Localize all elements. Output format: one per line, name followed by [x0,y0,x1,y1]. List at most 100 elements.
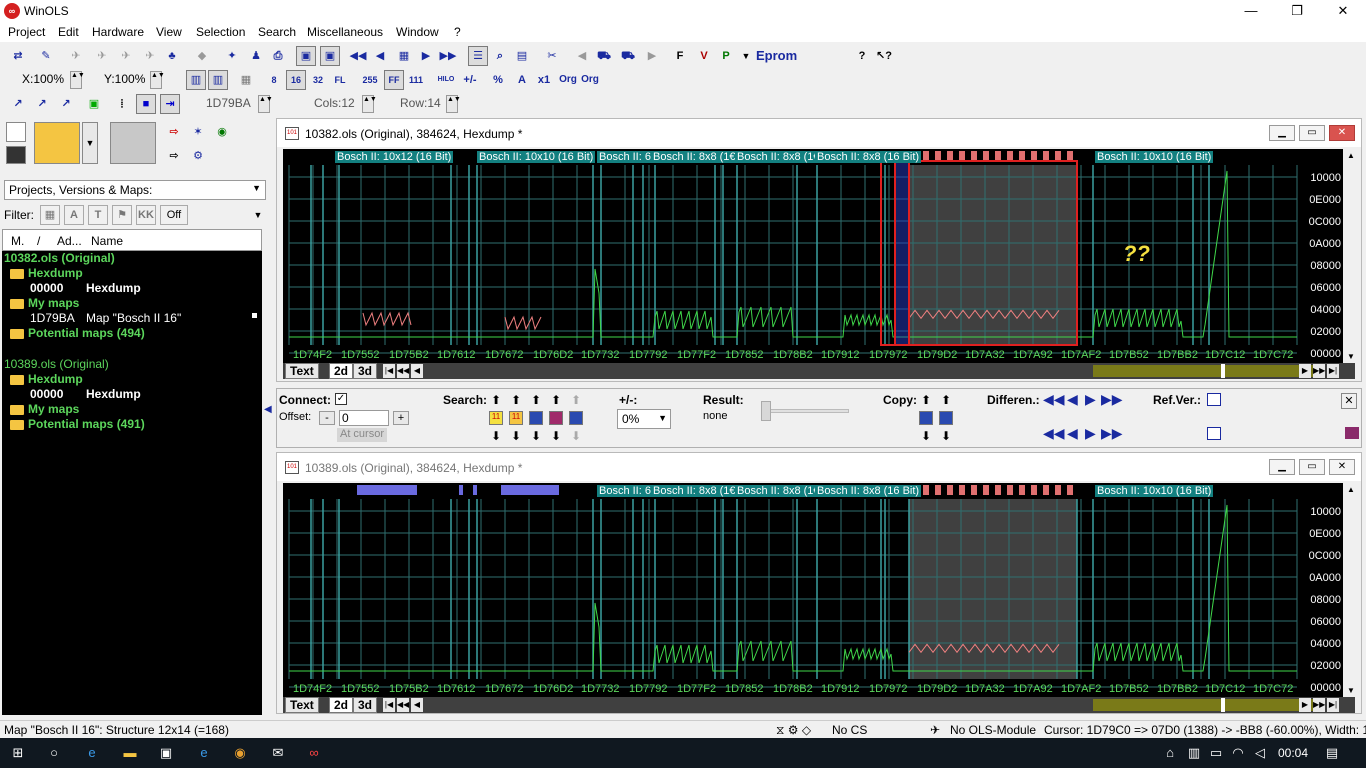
result-slider-thumb[interactable] [761,401,771,421]
tab-3d-2[interactable]: 3d [353,697,378,713]
edge-icon[interactable]: e [82,744,102,762]
chevron-down-icon[interactable]: ▼ [736,46,756,66]
first-icon[interactable]: ◀◀ [348,46,368,66]
tool-icon[interactable]: ✎ [36,46,56,66]
search-type-2-icon[interactable]: 11 [509,411,523,425]
battery-icon[interactable]: ▭ [1206,744,1226,762]
dec-button[interactable]: 111 [406,70,426,90]
nav-next-page-icon[interactable]: ▶▶ [1313,698,1325,712]
magic-icon[interactable]: ✶ [188,122,208,142]
store-icon[interactable]: ▣ [156,744,176,762]
filter-dropdown-icon[interactable]: ▼ [248,205,268,225]
search-up-1-icon[interactable]: ⬆ [491,393,501,407]
settings-icon[interactable]: ⚙ [188,146,208,166]
nav-first-icon[interactable]: |◀ [383,698,395,712]
window2-scroll-thumb[interactable] [1221,698,1225,712]
x1-button[interactable]: x1 [534,70,554,90]
doc-icon[interactable]: ▤ [512,46,532,66]
export-icon[interactable]: ⇨ [164,146,184,166]
f-icon[interactable]: F [670,46,690,66]
menu-selection[interactable]: Selection [196,25,245,39]
search-type-4-icon[interactable] [549,411,563,425]
offset-plus-button[interactable]: + [393,411,409,425]
window1-scroll-thumb[interactable] [1221,364,1225,378]
verify-icon[interactable]: ✈ [140,46,160,66]
menu-hardware[interactable]: Hardware [92,25,144,39]
list-icon[interactable]: ☰ [468,46,488,66]
open-icon[interactable]: ⇄ [8,46,28,66]
map-select-icon[interactable]: ↗ [8,94,28,114]
notifications-icon[interactable]: ▤ [1322,744,1342,762]
float-button[interactable]: FL [330,70,350,90]
diff2-last-icon[interactable]: ▶▶ [1101,425,1123,442]
nav-next-icon[interactable]: ▶ [1299,698,1311,712]
map-props-icon[interactable]: ↗ [56,94,76,114]
scroll-up-icon[interactable]: ▲ [1347,485,1355,494]
grid-icon[interactable]: ▦ [394,46,414,66]
width-icon[interactable]: ⇥ [160,94,180,114]
volume-icon[interactable]: ◁ [1250,744,1270,762]
offset-minus-button[interactable]: - [319,411,335,425]
eraser-icon[interactable]: ◆ [192,46,212,66]
menu-help[interactable]: ? [454,25,461,39]
menu-view[interactable]: View [156,25,182,39]
book-icon[interactable] [1345,427,1359,439]
offset-input[interactable]: 0 [339,410,389,426]
project-tree[interactable]: 10382.ols (Original) Hexdump 00000 Hexdu… [2,251,262,715]
read-icon[interactable]: ✈ [92,46,112,66]
cols-spinner[interactable]: ▲▼ [362,95,377,113]
window1-icon[interactable]: ▣ [296,46,316,66]
at-cursor-button[interactable]: At cursor [337,428,387,442]
next-icon[interactable]: ▶ [416,46,436,66]
map-color-icon[interactable]: ▣ [84,94,104,114]
cortana-icon[interactable]: ○ [44,744,64,762]
p-icon[interactable]: P [716,46,736,66]
menu-search[interactable]: Search [258,25,296,39]
window1-scroll-track[interactable] [1093,365,1313,377]
globe-icon[interactable]: ◉ [212,122,232,142]
search-down-1-icon[interactable]: ⬇ [491,429,501,443]
filter-a-icon[interactable]: A [64,205,84,225]
filter-t-icon[interactable]: T [88,205,108,225]
x-zoom-spinner[interactable]: ▲▼ [70,71,85,89]
graph-2d-window1[interactable]: 10000 0E000 0C000 0A000 08000 06000 04000 02000… [283,149,1343,363]
org-button[interactable]: Org [558,70,578,90]
menu-project[interactable]: Project [8,25,45,39]
checksum-icon[interactable]: ♣ [162,46,182,66]
nav-prev-icon[interactable]: ◀ [411,364,423,378]
col-m[interactable]: M. [11,234,24,248]
scroll-up-icon[interactable]: ▲ [1347,151,1355,160]
map-label-3[interactable]: Bosch II: 6 [597,151,653,163]
tree-hexdump-folder-2[interactable]: Hexdump [10,372,83,386]
nav-prev-icon[interactable]: ◀ [411,698,423,712]
tab-2d-2[interactable]: 2d [329,697,354,713]
wizard-icon[interactable]: ✦ [222,46,242,66]
project-selector[interactable]: Projects, Versions & Maps: ▼ [4,180,266,200]
map-edit-icon[interactable]: ↗ [32,94,52,114]
col-slash[interactable]: / [37,234,40,248]
map-label-w2-4[interactable]: Bosch II: 8x8 (16 Bit) [815,485,922,497]
filter-addr-icon[interactable]: ▦ [40,205,60,225]
menu-miscellaneous[interactable]: Miscellaneous [307,25,383,39]
help-icon[interactable]: ? [852,46,872,66]
last-icon[interactable]: ▶▶ [438,46,458,66]
search-up-5-icon[interactable]: ⬆ [571,393,581,407]
address-field[interactable]: 1D79BA [206,96,251,110]
window2-close-button[interactable]: ✕ [1329,459,1355,475]
diff2-next-icon[interactable]: ▶ [1085,425,1096,442]
tree-project-10382[interactable]: 10382.ols (Original) [4,251,115,265]
copy-up-2-icon[interactable]: ⬆ [941,393,951,407]
v-icon[interactable]: V [694,46,714,66]
diff-next-icon[interactable]: ▶ [1085,391,1096,408]
connect-checkbox[interactable]: ✓ [335,393,347,405]
search-type-3-icon[interactable] [529,411,543,425]
import-icon[interactable] [110,122,156,164]
collapse-panel-icon[interactable]: ◀ [264,404,272,424]
map-label-6[interactable]: Bosch II: 8x8 (16 Bit) [815,151,922,163]
refver-icon[interactable] [1207,393,1221,406]
windows-start-icon[interactable]: ⊞ [8,744,28,762]
row-field[interactable]: Row:14 [400,96,441,110]
scroll-down-icon[interactable]: ▼ [1347,352,1355,361]
search-up-3-icon[interactable]: ⬆ [531,393,541,407]
tab-text[interactable]: Text [285,363,319,379]
